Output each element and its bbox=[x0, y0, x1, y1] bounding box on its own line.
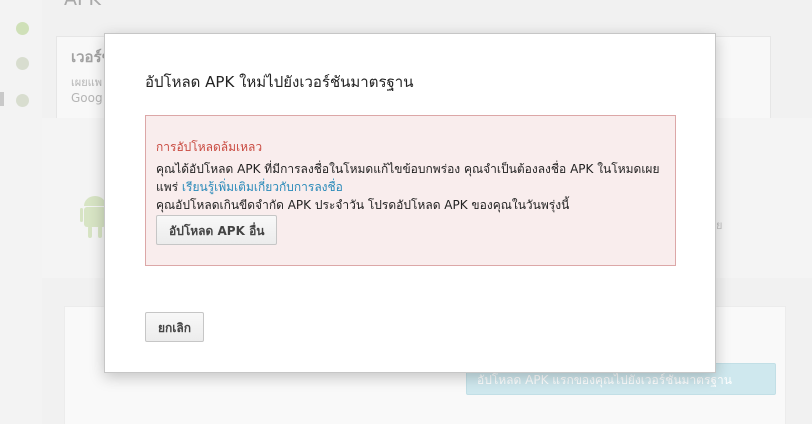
upload-apk-dialog: อัปโหลด APK ใหม่ไปยังเวอร์ชันมาตรฐาน การ… bbox=[104, 33, 716, 373]
background-card-line: เผยแพ bbox=[71, 76, 102, 89]
upload-first-apk-label: อัปโหลด APK แรกของคุณไปยังเวอร์ชันมาตรฐา… bbox=[477, 373, 732, 387]
learn-more-signing-link[interactable]: เรียนรู้เพิ่มเติมเกี่ยวกับการลงชื่อ bbox=[182, 180, 343, 194]
upload-error-box: การอัปโหลดล้มเหลว คุณได้อัปโหลด APK ที่ม… bbox=[145, 115, 676, 266]
status-check-icon bbox=[16, 22, 29, 35]
background-page-title: APK bbox=[64, 0, 101, 10]
error-message: คุณได้อัปโหลด APK ที่มีการลงชื่อในโหมดแก… bbox=[156, 160, 668, 196]
background-marker bbox=[0, 92, 4, 106]
dialog-title: อัปโหลด APK ใหม่ไปยังเวอร์ชันมาตรฐาน bbox=[145, 73, 414, 91]
background-card-line: Goog bbox=[71, 91, 103, 105]
status-check-icon bbox=[16, 94, 29, 107]
page: APK เวอร์ชั เผยแพ Goog ย อัปโหลด APK แรก… bbox=[0, 0, 812, 424]
background-text: ย bbox=[716, 219, 723, 232]
upload-another-apk-button[interactable]: อัปโหลด APK อื่น bbox=[156, 215, 278, 245]
cancel-button[interactable]: ยกเลิก bbox=[145, 312, 205, 342]
daily-limit-message: คุณอัปโหลดเกินขีดจำกัด APK ประจำวัน โปรด… bbox=[156, 198, 570, 212]
status-check-icon bbox=[16, 57, 29, 70]
error-title: การอัปโหลดล้มเหลว bbox=[156, 140, 263, 154]
